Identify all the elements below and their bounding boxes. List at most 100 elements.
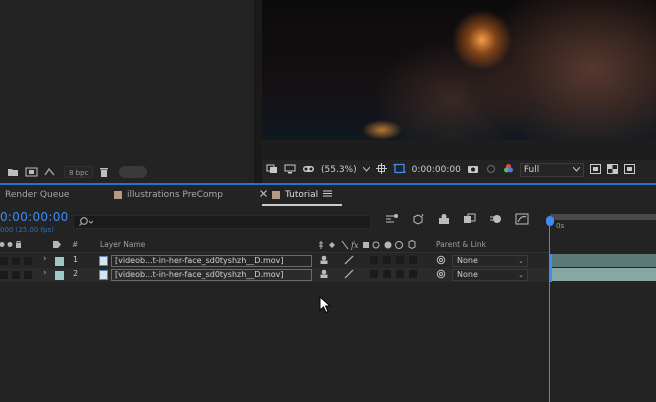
tab-illustrations-precomp[interactable]: illustrations PreComp [114,185,223,205]
timeline-switch-icons [384,213,530,225]
layer-label-color[interactable] [55,257,64,266]
parent-dropdown[interactable]: None ⌄ [452,255,528,267]
adjustment-layer-switch[interactable] [409,256,417,264]
layer-name-field[interactable]: [videob...t-in-her-face_sd0tyshzh__D.mov… [111,255,312,267]
effects-switch[interactable] [370,256,378,264]
folder-icon[interactable] [6,166,20,178]
panel-menu-icon[interactable] [323,190,333,200]
footage-file-icon [99,270,108,280]
layer-search-input[interactable] [73,215,371,229]
frame-blend-switch[interactable] [383,270,391,278]
chevron-down-icon: ⌄ [518,271,524,279]
tab-label: Render Queue [5,190,70,200]
time-ruler-label: 0s [556,222,565,230]
camera-snapshot-icon[interactable] [467,164,479,177]
viewer-timeline-strip [262,140,656,284]
viewer-toolbar: (55.3%) 0:00:00:00 Full [262,160,656,180]
shy-layers-icon[interactable] [436,213,452,225]
chevron-right-icon[interactable]: › [43,268,47,278]
resolution-value: Full [523,165,540,175]
tab-tutorial[interactable]: Tutorial [260,185,333,205]
composition-viewer[interactable] [262,0,656,140]
video-toggle[interactable] [0,257,8,265]
timeline-timecode[interactable]: 0:00:00:00 [0,210,69,224]
color-channels-icon[interactable] [503,163,514,177]
layer-label-color[interactable] [55,271,64,280]
composition-mini-flowchart-icon[interactable] [384,213,400,225]
chevron-down-icon[interactable] [362,165,371,175]
magnification-dropdown[interactable]: (55.3%) [321,165,357,175]
layer-duration-bar-2[interactable] [552,268,656,281]
monitor-icon[interactable] [284,164,296,177]
parent-value: None [457,256,478,265]
current-time-indicator-handle[interactable] [546,216,554,226]
shy-switch-icon[interactable] [319,255,329,268]
project-panel: 8 bpc [0,0,254,183]
work-area-bar[interactable] [550,214,656,220]
tab-render-queue[interactable]: Render Queue [5,185,69,205]
project-flowchart-toggle[interactable] [119,166,148,178]
tab-bar: Render Queue illustrations PreComp Tutor… [0,185,656,205]
grid-guides-icon[interactable] [375,163,387,177]
project-toolbar: 8 bpc [0,163,254,181]
audio-toggle[interactable] [12,257,20,265]
svg-text:fx: fx [350,241,359,250]
frame-blending-icon[interactable] [462,213,478,225]
panel-divider[interactable] [254,0,262,183]
layer-name-field[interactable]: [videob...t-in-her-face_sd0tyshzh__D.mov… [111,269,312,281]
search-icon [79,216,94,230]
always-preview-icon[interactable] [266,164,278,177]
region-of-interest-icon[interactable] [392,163,406,177]
frame-rate-label: 000 (25.00 fps) [0,226,54,234]
visibility-column-icon[interactable] [0,240,22,251]
motion-blur-switch[interactable] [396,256,404,264]
pick-whip-icon[interactable] [436,255,446,268]
draft-3d-icon[interactable] [410,213,426,225]
tab-label: illustrations PreComp [127,190,224,200]
layer-row-2[interactable]: › 2 [videob...t-in-her-face_sd0tyshzh__D… [0,268,550,282]
chevron-down-icon [572,164,581,176]
toggle-mask-icon[interactable] [623,163,635,177]
current-time-indicator-line[interactable] [549,218,550,402]
layer-duration-bar-1[interactable] [552,254,656,267]
chevron-right-icon[interactable]: › [43,254,47,264]
tab-label: Tutorial [285,190,319,200]
timeline-panel: 0:00:00:00 000 (25.00 fps) # Layer Name … [0,206,656,402]
transparency-grid-icon[interactable] [606,163,618,177]
parent-dropdown[interactable]: None ⌄ [452,269,528,281]
close-icon[interactable] [260,190,267,200]
fast-previews-icon[interactable] [589,163,601,177]
audio-toggle[interactable] [12,271,20,279]
project-settings-icon[interactable] [42,166,56,178]
label-column-icon[interactable] [52,240,62,251]
show-snapshot-icon[interactable] [485,164,497,177]
switches-column-icons[interactable]: fx [318,239,418,252]
resolution-dropdown[interactable]: Full [519,163,584,177]
timeline-column-header: # Layer Name fx Parent & Link [0,238,550,252]
solo-toggle[interactable] [24,257,32,265]
trash-icon[interactable] [97,166,111,178]
motion-blur-icon[interactable] [488,213,504,225]
current-time-display[interactable]: 0:00:00:00 [412,165,461,175]
motion-blur-switch[interactable] [396,270,404,278]
layer-number: 1 [73,255,79,264]
adjustment-layer-switch[interactable] [409,270,417,278]
shy-switch-icon[interactable] [319,269,329,282]
layer-row-1[interactable]: › 1 [videob...t-in-her-face_sd0tyshzh__D… [0,254,550,268]
quality-switch-icon[interactable] [344,255,354,268]
layer-name-column-header[interactable]: Layer Name [100,240,145,249]
solo-toggle[interactable] [24,271,32,279]
video-toggle[interactable] [0,271,8,279]
graph-editor-icon[interactable] [514,213,530,225]
effects-switch[interactable] [370,270,378,278]
number-column-header[interactable]: # [72,240,78,249]
bit-depth-button[interactable]: 8 bpc [64,166,94,178]
pick-whip-icon[interactable] [436,269,446,282]
frame-blend-switch[interactable] [383,256,391,264]
quality-switch-icon[interactable] [344,269,354,282]
vr-goggles-icon[interactable] [302,164,315,177]
label-color-swatch [114,191,122,199]
timeline-track-area[interactable]: 0s [546,206,656,402]
new-composition-icon[interactable] [24,166,38,178]
parent-link-column-header[interactable]: Parent & Link [436,240,486,249]
